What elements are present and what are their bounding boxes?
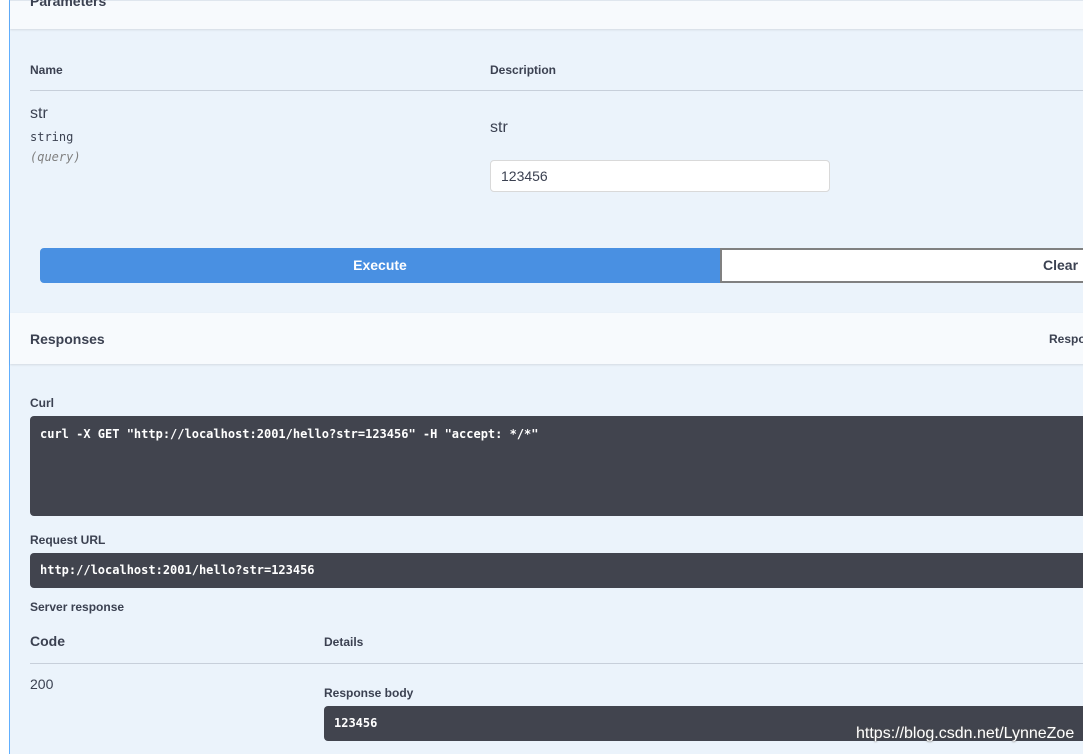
response-content-type-label: Response content type	[1049, 332, 1083, 346]
response-body-label: Response body	[324, 686, 414, 700]
parameters-title: Parameters	[30, 0, 107, 9]
param-location: (query)	[30, 150, 81, 164]
response-status-code: 200	[30, 676, 54, 692]
clear-button-label: Clear	[1043, 257, 1079, 273]
parameters-header: Parameters	[10, 0, 1083, 29]
curl-label: Curl	[30, 396, 54, 410]
details-column-heading: Details	[324, 635, 364, 649]
request-url-label: Request URL	[30, 533, 106, 547]
swagger-operation-panel: Parameters Name Description str string (…	[0, 0, 1083, 754]
opblock-body: Parameters Name Description str string (…	[10, 0, 1083, 754]
column-name-heading: Name	[30, 63, 63, 77]
clear-button[interactable]: Clear	[720, 248, 1083, 283]
param-name: str	[30, 105, 48, 122]
execute-button[interactable]: Execute	[40, 248, 720, 283]
curl-command-block[interactable]: curl -X GET "http://localhost:2001/hello…	[30, 416, 1083, 516]
param-description: str	[490, 119, 508, 136]
request-url-block[interactable]: http://localhost:2001/hello?str=123456	[30, 553, 1083, 588]
responses-header: Responses Response content type	[10, 313, 1083, 364]
watermark-text: https://blog.csdn.net/LynneZoe	[856, 725, 1075, 742]
param-str-input[interactable]	[490, 160, 830, 192]
column-description-heading: Description	[490, 63, 557, 77]
param-type: string	[30, 130, 74, 144]
server-response-divider	[30, 663, 1083, 664]
code-column-heading: Code	[30, 633, 65, 649]
responses-title: Responses	[30, 331, 105, 347]
parameters-divider	[30, 90, 1083, 91]
server-response-label: Server response	[30, 600, 125, 614]
